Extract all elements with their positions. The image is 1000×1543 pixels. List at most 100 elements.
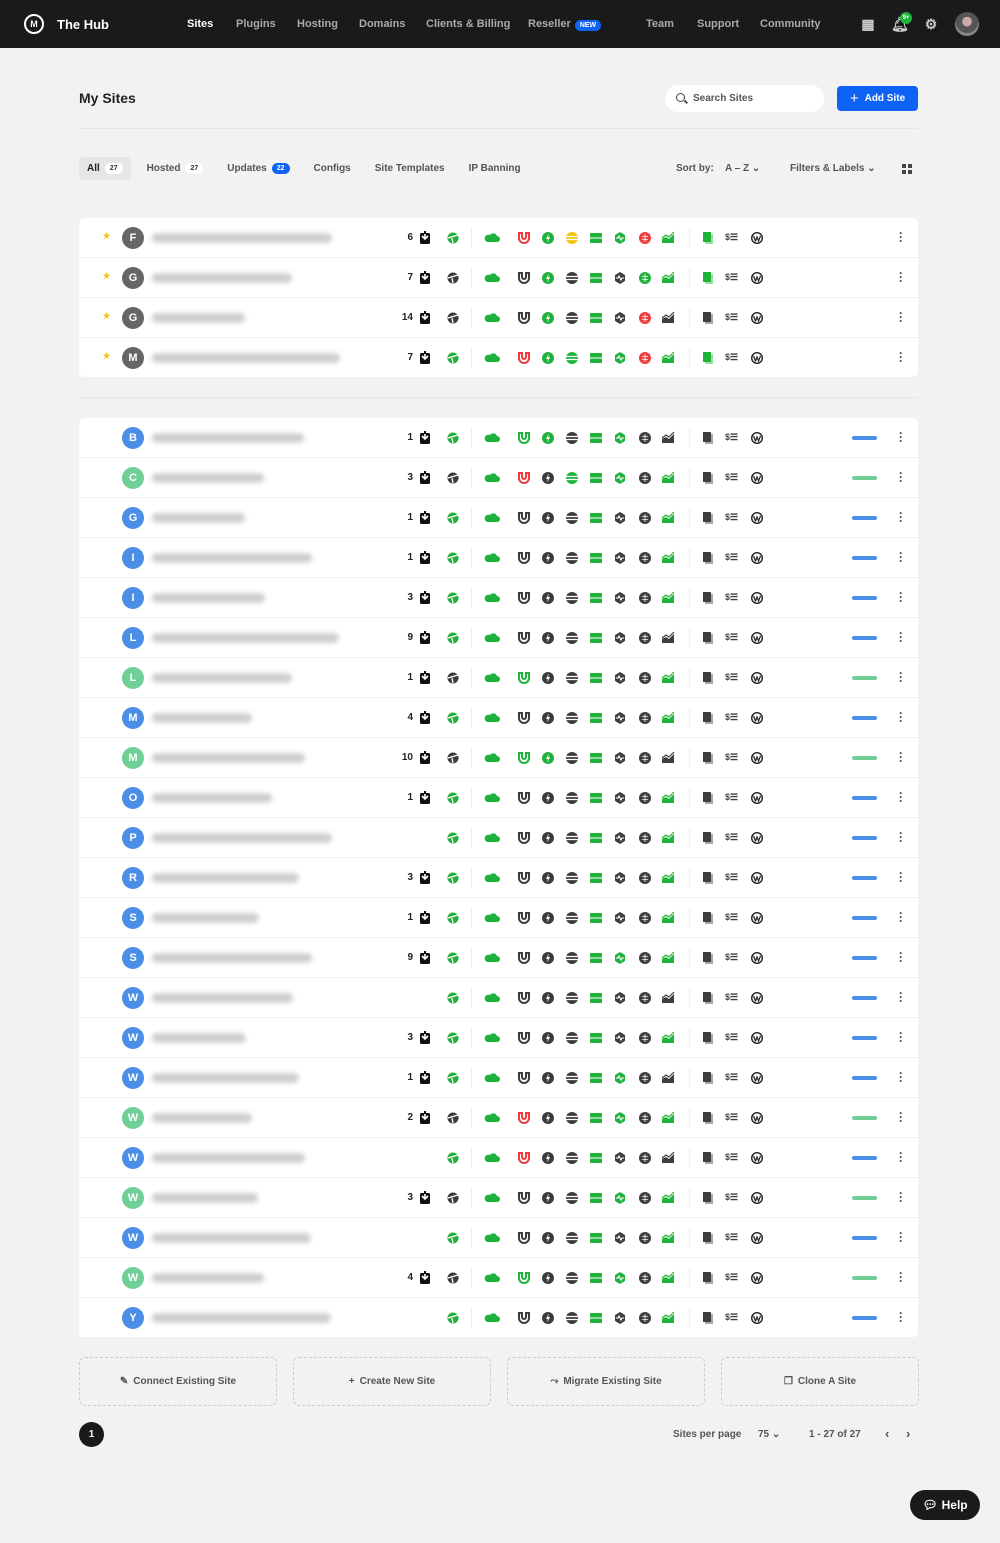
hex-icon[interactable] <box>612 510 628 526</box>
chart-icon[interactable] <box>660 1230 676 1246</box>
wordpress-icon[interactable] <box>749 790 765 806</box>
copy-icon[interactable] <box>700 1310 716 1326</box>
defender-icon[interactable] <box>445 1150 461 1166</box>
bolt-icon[interactable] <box>540 350 556 366</box>
copy-icon[interactable] <box>700 670 716 686</box>
site-row[interactable]: ★ G 7 $☰ · · · <box>79 258 918 298</box>
defender-icon[interactable] <box>445 990 461 1006</box>
hex-icon[interactable] <box>612 1150 628 1166</box>
more-options-icon[interactable]: · · · <box>899 1107 903 1127</box>
wordpress-icon[interactable] <box>749 870 765 886</box>
shield-icon[interactable] <box>516 910 532 926</box>
server-icon[interactable] <box>588 1070 604 1086</box>
hex-icon[interactable] <box>612 670 628 686</box>
shield-icon[interactable] <box>516 670 532 686</box>
site-name-blurred[interactable] <box>152 1233 311 1243</box>
server-icon[interactable] <box>588 670 604 686</box>
copy-icon[interactable] <box>700 830 716 846</box>
copy-icon[interactable] <box>700 310 716 326</box>
site-row[interactable]: P $☰ · · · <box>79 818 918 858</box>
copy-icon[interactable] <box>700 1110 716 1126</box>
updates-icon[interactable] <box>417 1270 433 1286</box>
wordpress-icon[interactable] <box>749 310 765 326</box>
defender-icon[interactable] <box>445 1030 461 1046</box>
brain-icon[interactable] <box>637 270 653 286</box>
stack-icon[interactable] <box>564 230 580 246</box>
billing-icon[interactable]: $☰ <box>725 672 738 683</box>
cloud-icon[interactable] <box>484 1150 500 1166</box>
site-label-tag[interactable] <box>852 1076 877 1080</box>
bolt-icon[interactable] <box>540 1030 556 1046</box>
nav-community[interactable]: Community <box>760 18 821 30</box>
server-icon[interactable] <box>588 870 604 886</box>
stack-icon[interactable] <box>564 1270 580 1286</box>
more-options-icon[interactable]: · · · <box>899 507 903 527</box>
site-row[interactable]: L 1 $☰ · · · <box>79 658 918 698</box>
billing-icon[interactable]: $☰ <box>725 952 738 963</box>
brain-icon[interactable] <box>637 670 653 686</box>
hex-icon[interactable] <box>612 630 628 646</box>
server-icon[interactable] <box>588 710 604 726</box>
stack-icon[interactable] <box>564 990 580 1006</box>
shield-icon[interactable] <box>516 1310 532 1326</box>
more-options-icon[interactable]: · · · <box>899 747 903 767</box>
cloud-icon[interactable] <box>484 670 500 686</box>
hex-icon[interactable] <box>612 990 628 1006</box>
more-options-icon[interactable]: · · · <box>899 1027 903 1047</box>
site-row[interactable]: I 1 $☰ · · · <box>79 538 918 578</box>
chart-icon[interactable] <box>660 950 676 966</box>
brain-icon[interactable] <box>637 1150 653 1166</box>
updates-icon[interactable] <box>417 910 433 926</box>
site-row[interactable]: W $☰ · · · <box>79 978 918 1018</box>
gear-icon[interactable]: ⚙ <box>923 16 939 32</box>
defender-icon[interactable] <box>445 430 461 446</box>
site-row[interactable]: M 10 $☰ · · · <box>79 738 918 778</box>
wordpress-icon[interactable] <box>749 470 765 486</box>
cloud-icon[interactable] <box>484 510 500 526</box>
hex-icon[interactable] <box>612 870 628 886</box>
hex-icon[interactable] <box>612 750 628 766</box>
site-row[interactable]: C 3 $☰ · · · <box>79 458 918 498</box>
site-row[interactable]: Y $☰ · · · <box>79 1298 918 1338</box>
brain-icon[interactable] <box>637 910 653 926</box>
brain-icon[interactable] <box>637 1310 653 1326</box>
updates-icon[interactable] <box>417 1070 433 1086</box>
cloud-icon[interactable] <box>484 310 500 326</box>
hex-icon[interactable] <box>612 1110 628 1126</box>
bolt-icon[interactable] <box>540 790 556 806</box>
defender-icon[interactable] <box>445 230 461 246</box>
stack-icon[interactable] <box>564 1190 580 1206</box>
copy-icon[interactable] <box>700 550 716 566</box>
hex-icon[interactable] <box>612 1230 628 1246</box>
hex-icon[interactable] <box>612 950 628 966</box>
shield-icon[interactable] <box>516 1270 532 1286</box>
site-name-blurred[interactable] <box>152 913 259 923</box>
site-label-tag[interactable] <box>852 1156 877 1160</box>
filters-dropdown[interactable]: Filters & Labels ⌄ <box>790 163 876 174</box>
brain-icon[interactable] <box>637 630 653 646</box>
site-name-blurred[interactable] <box>152 233 332 243</box>
updates-icon[interactable] <box>417 1030 433 1046</box>
cloud-icon[interactable] <box>484 710 500 726</box>
billing-icon[interactable]: $☰ <box>725 992 738 1003</box>
chart-icon[interactable] <box>660 1150 676 1166</box>
more-options-icon[interactable]: · · · <box>899 427 903 447</box>
site-label-tag[interactable] <box>852 436 877 440</box>
stack-icon[interactable] <box>564 750 580 766</box>
more-options-icon[interactable]: · · · <box>899 907 903 927</box>
chart-icon[interactable] <box>660 870 676 886</box>
wordpress-icon[interactable] <box>749 710 765 726</box>
billing-icon[interactable]: $☰ <box>725 1232 738 1243</box>
copy-icon[interactable] <box>700 750 716 766</box>
hex-icon[interactable] <box>612 350 628 366</box>
stack-icon[interactable] <box>564 1110 580 1126</box>
user-avatar[interactable] <box>955 12 979 36</box>
wordpress-icon[interactable] <box>749 750 765 766</box>
site-row[interactable]: W 4 $☰ · · · <box>79 1258 918 1298</box>
shield-icon[interactable] <box>516 750 532 766</box>
nav-sites[interactable]: Sites <box>187 18 213 30</box>
site-name-blurred[interactable] <box>152 673 292 683</box>
updates-icon[interactable] <box>417 510 433 526</box>
cloud-icon[interactable] <box>484 1230 500 1246</box>
defender-icon[interactable] <box>445 910 461 926</box>
